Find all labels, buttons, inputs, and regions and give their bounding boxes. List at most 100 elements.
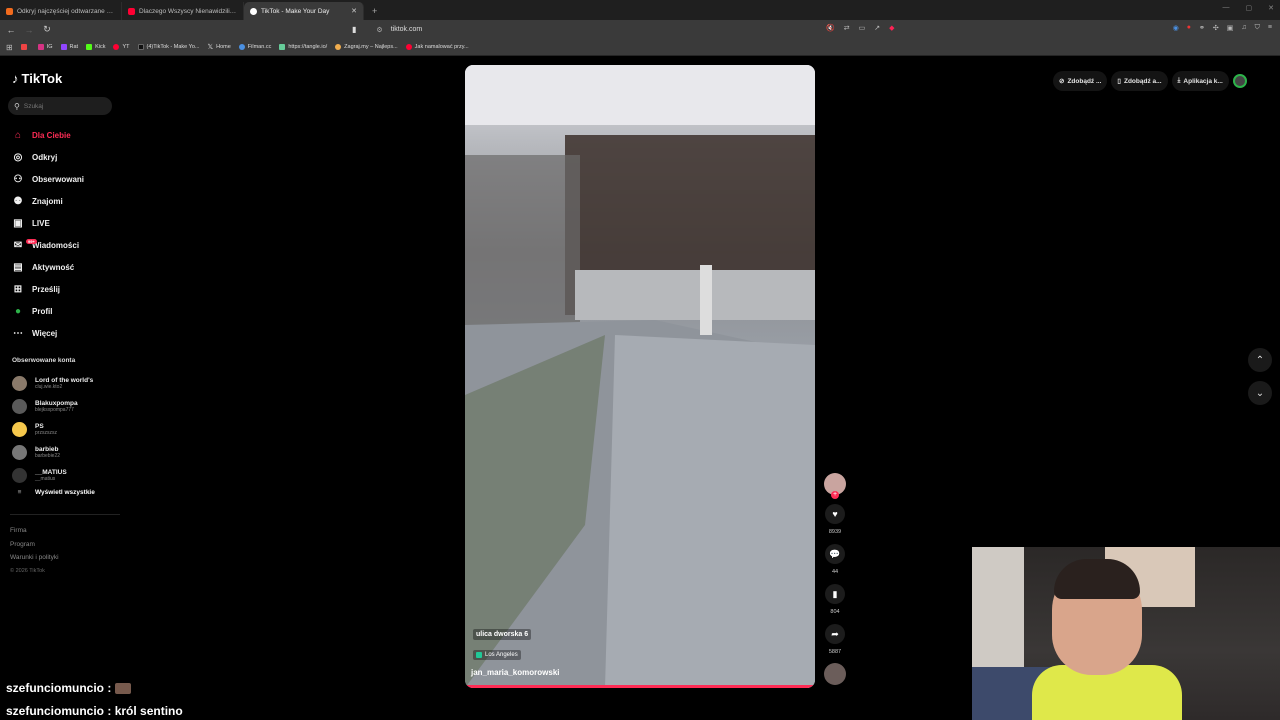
next-video-button[interactable]: ⌄ xyxy=(1248,381,1272,405)
apps-grid-icon[interactable]: ⊞ xyxy=(6,43,13,52)
forward-icon[interactable]: → xyxy=(22,25,36,35)
sidebar-toggle-icon[interactable]: ▣ xyxy=(1227,24,1234,32)
friends-icon: ⚉ xyxy=(13,195,23,207)
bookmark-item[interactable]: 𝕏 Home xyxy=(207,43,230,51)
tab-favicon-icon xyxy=(128,7,135,15)
back-icon[interactable]: ← xyxy=(4,25,18,35)
brave-shield-icon[interactable]: ◆ xyxy=(889,24,894,32)
window-controls: — ▢ ✕ xyxy=(1223,4,1275,12)
nav-item-upload[interactable]: ⊞ Prześlij xyxy=(12,278,84,300)
nav-item-explore[interactable]: ◎ Odkryj xyxy=(12,146,84,168)
messages-icon: ✉ xyxy=(13,239,23,251)
new-tab-button[interactable]: + xyxy=(364,2,385,20)
followed-account[interactable]: Blakuxpompa blejksxpompa777 xyxy=(12,395,95,418)
video-author[interactable]: jan_maria_komorowski xyxy=(471,668,559,677)
bookmark-item[interactable] xyxy=(20,44,30,50)
footer-link-program[interactable]: Program xyxy=(10,538,59,552)
puzzle-icon[interactable]: ✣ xyxy=(1213,24,1219,32)
extension-icon[interactable]: ● xyxy=(1187,24,1191,32)
bookmark-item[interactable]: https://tangle.io/ xyxy=(279,44,327,50)
copyright: © 2026 TikTok xyxy=(10,567,45,574)
bookmark-item[interactable]: (4)TikTok - Make Yo... xyxy=(137,44,199,50)
browser-tab[interactable]: Dlaczego Wszyscy Nienawidziliśmy S... xyxy=(122,2,244,20)
tab-title: Dlaczego Wszyscy Nienawidziliśmy S... xyxy=(139,7,237,15)
bookmark-item[interactable]: Zagraj.my – Najleps... xyxy=(335,44,398,50)
bookmark-item[interactable]: Jak namalować przy... xyxy=(405,44,469,50)
bookmark-item[interactable]: IG xyxy=(37,44,53,50)
bookmark-item[interactable]: YT xyxy=(113,44,130,50)
chevron-down-icon: ⌄ xyxy=(1255,387,1265,399)
vpn-icon[interactable]: ⛉ xyxy=(1255,24,1260,32)
video-location-label: ulica dworska 6 xyxy=(473,629,532,640)
user-avatar[interactable] xyxy=(1232,74,1247,88)
compass-icon: ◎ xyxy=(13,151,23,163)
more-icon: ⋯ xyxy=(13,327,23,339)
get-coins-button[interactable]: ⊘ Zdobądź ... xyxy=(1053,71,1108,91)
video-location-tag[interactable]: Los Angeles xyxy=(473,650,521,660)
followed-account[interactable]: Lord of the world's cluj.wie.kto2 xyxy=(12,372,95,395)
activity-icon: ▤ xyxy=(13,261,23,273)
close-window-icon[interactable]: ✕ xyxy=(1268,4,1274,12)
bookmark-item[interactable]: Filman.cc xyxy=(238,44,271,50)
maximize-icon[interactable]: ▢ xyxy=(1246,4,1253,12)
tiktok-note-icon: ♪ xyxy=(12,71,19,86)
chat-message: szefunciomuncio : xyxy=(6,677,183,700)
share-button[interactable]: ➦ xyxy=(825,624,845,644)
location-pin-icon xyxy=(476,652,482,658)
nav-item-profile[interactable]: ● Profil xyxy=(12,300,84,322)
browser-tab-active[interactable]: TikTok - Make Your Day ✕ xyxy=(244,2,364,20)
chevron-up-icon: ⌃ xyxy=(1255,354,1265,366)
bookmark-item[interactable]: Rat xyxy=(60,44,78,50)
like-button[interactable]: ♥ xyxy=(825,504,845,524)
phone-icon: ▯ xyxy=(1117,78,1121,85)
nav-item-following[interactable]: ⚇ Obserwowani xyxy=(12,168,85,190)
save-button[interactable]: ▮ xyxy=(825,584,845,604)
avatar xyxy=(12,376,27,391)
bookmark-item[interactable]: Kick xyxy=(86,44,105,50)
creator-avatar[interactable]: + xyxy=(824,473,846,499)
comment-button[interactable]: 💬 xyxy=(825,544,845,564)
translate-icon[interactable]: ⇄ xyxy=(844,24,850,32)
footer-link-terms[interactable]: Warunki i polityki xyxy=(10,551,59,565)
footer-link-company[interactable]: Firma xyxy=(10,524,59,538)
nav-item-more[interactable]: ⋯ Więcej xyxy=(12,322,84,344)
media-icon[interactable]: ♫ xyxy=(1241,24,1246,32)
video-progress-bar[interactable] xyxy=(465,685,815,688)
followed-account[interactable]: PS przszszsz xyxy=(12,418,95,441)
sidebar-divider xyxy=(10,514,120,515)
desktop-app-button[interactable]: ⤓ Aplikacja k... xyxy=(1171,71,1229,91)
video-frame xyxy=(465,65,815,688)
tiktok-logo[interactable]: ♪ TikTok xyxy=(12,71,62,86)
nav-item-live[interactable]: ▣ LIVE xyxy=(12,212,84,234)
live-icon: ▣ xyxy=(13,217,23,229)
site-info-icon[interactable]: ⚙ xyxy=(376,26,382,34)
screenshot-icon[interactable]: ▭ xyxy=(859,24,866,32)
minimize-icon[interactable]: — xyxy=(1223,4,1230,12)
show-all-button[interactable]: ≡ Wyświetl wszystkie xyxy=(12,489,95,496)
share-icon[interactable]: ↗ xyxy=(874,24,880,32)
close-tab-icon[interactable]: ✕ xyxy=(351,7,357,15)
browser-tab[interactable]: Odkryj najczęściej odtwarzane utwo... xyxy=(0,2,122,20)
tab-title: TikTok - Make Your Day xyxy=(261,7,330,15)
nav-item-activity[interactable]: ▤ Aktywność xyxy=(12,256,84,278)
nav-item-friends[interactable]: ⚉ Znajomi xyxy=(12,190,84,212)
tab-title: Odkryj najczęściej odtwarzane utwo... xyxy=(17,7,115,15)
previous-video-button[interactable]: ⌃ xyxy=(1248,348,1272,372)
comment-count: 44 xyxy=(831,569,839,575)
followed-account[interactable]: barbieb barbebie22 xyxy=(12,441,95,464)
get-app-button[interactable]: ▯ Zdobądź a... xyxy=(1111,71,1168,91)
music-disc-icon[interactable] xyxy=(824,663,846,685)
video-player[interactable]: ulica dworska 6 Los Angeles jan_maria_ko… xyxy=(465,65,815,688)
extension-icon[interactable]: ◉ xyxy=(1173,24,1179,32)
nav-item-for-you[interactable]: ⌂ Dla Ciebie xyxy=(12,124,84,146)
follow-plus-icon[interactable]: + xyxy=(831,491,839,499)
reload-icon[interactable]: ↻ xyxy=(40,24,54,35)
nav-item-messages[interactable]: ✉ 99+ Wiadomości xyxy=(12,234,84,256)
extension-icon[interactable]: ⚭ xyxy=(1199,24,1205,32)
menu-icon[interactable]: ≡ xyxy=(1268,24,1272,32)
heart-icon: ♥ xyxy=(832,509,838,519)
followed-account[interactable]: __MATIUS __matius xyxy=(12,464,95,487)
bookmark-page-icon[interactable]: ▮ xyxy=(352,25,356,34)
search-input[interactable]: ⚲ Szukaj xyxy=(8,97,112,115)
mute-icon[interactable]: 🔇 xyxy=(826,24,835,32)
